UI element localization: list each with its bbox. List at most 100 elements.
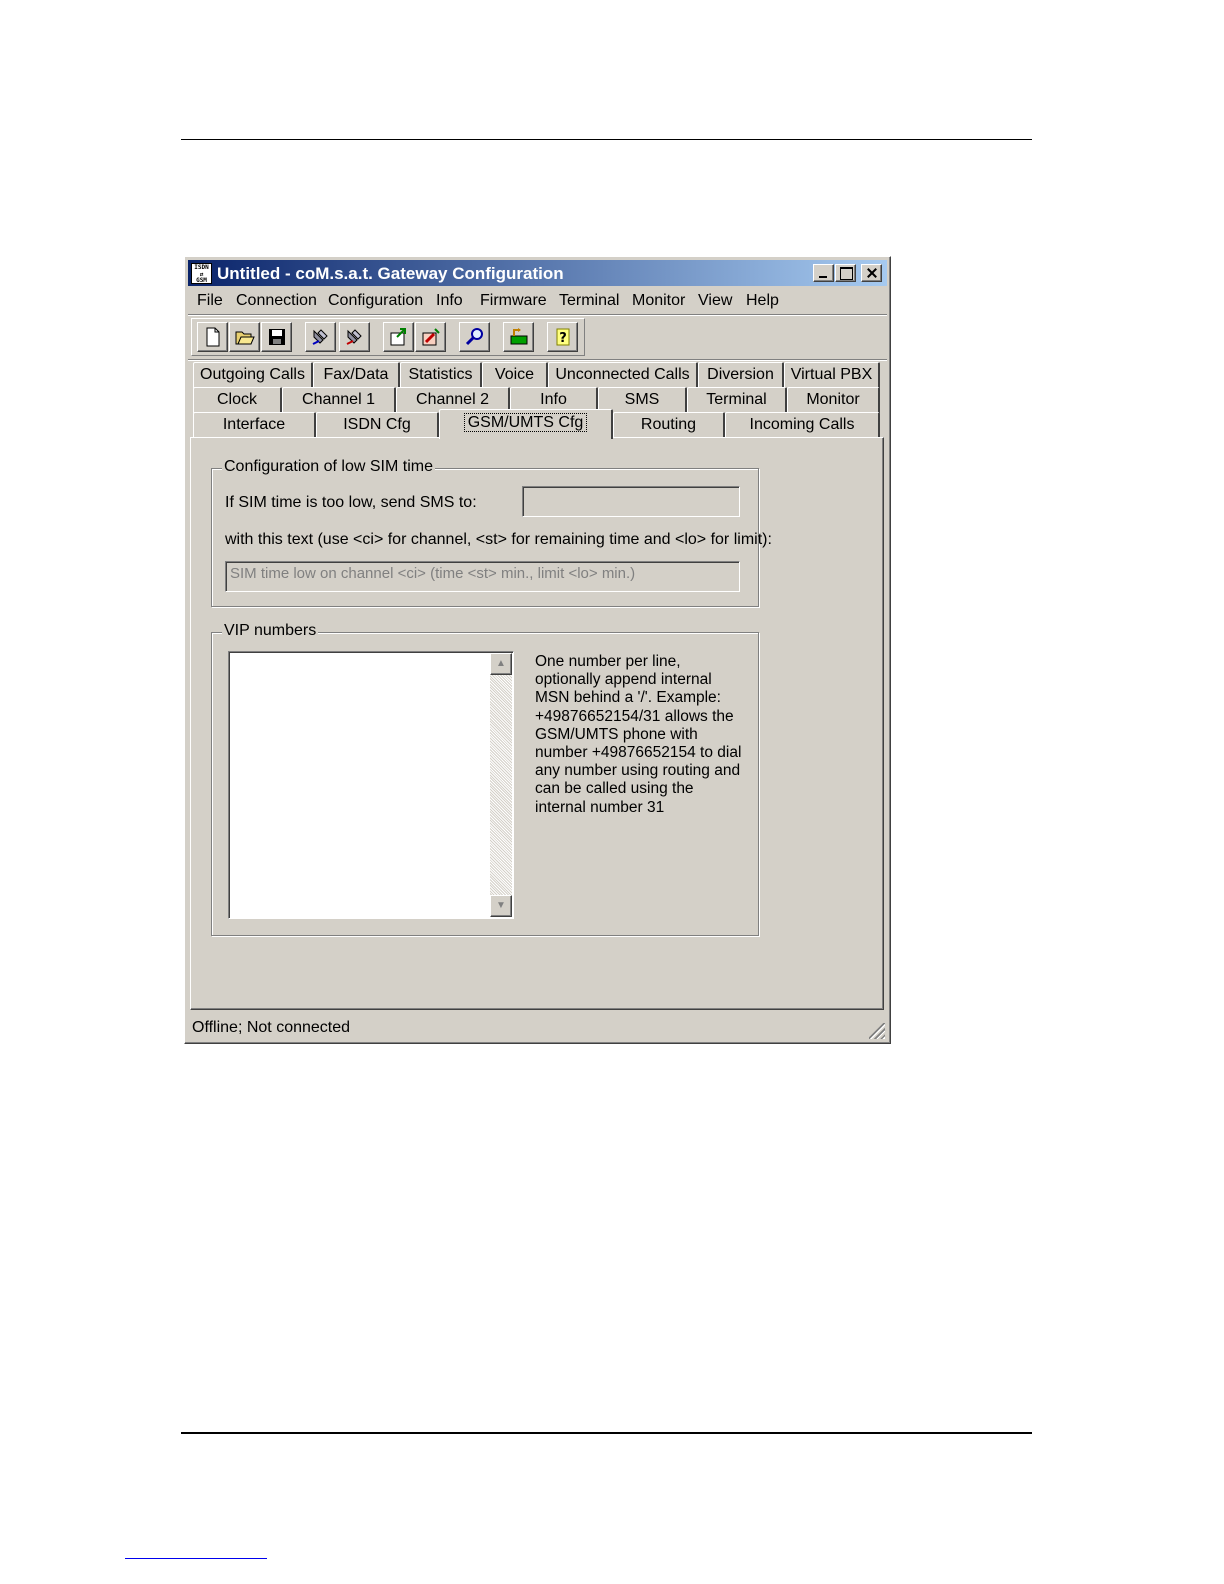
app-window: ISDN ⇄ GSM Untitled - coM.s.a.t. Gateway… (184, 256, 891, 1044)
tab-label: Fax/Data (323, 366, 389, 383)
vip-numbers-list[interactable]: ▲ ▼ (228, 651, 514, 919)
group-title: Configuration of low SIM time (222, 458, 435, 476)
new-file-button[interactable] (197, 322, 228, 352)
title-bar[interactable]: ISDN ⇄ GSM Untitled - coM.s.a.t. Gateway… (188, 260, 887, 286)
tab-clock[interactable]: Clock (193, 387, 282, 413)
menu-monitor[interactable]: Monitor (632, 292, 685, 310)
tab-outgoing-calls[interactable]: Outgoing Calls (193, 362, 313, 388)
tab-statistics[interactable]: Statistics (400, 362, 482, 388)
status-bar: Offline; Not connected (188, 1016, 887, 1041)
triangle-down-icon: ▼ (496, 900, 506, 911)
menu-firmware[interactable]: Firmware (480, 292, 547, 310)
tab-isdn-cfg[interactable]: ISDN Cfg (316, 412, 439, 438)
page-header-rule (181, 139, 1032, 140)
resize-grip-icon[interactable] (869, 1023, 885, 1039)
tab-label: Routing (640, 416, 697, 433)
tab-interface[interactable]: Interface (193, 412, 316, 438)
tab-label: Monitor (806, 391, 860, 408)
search-icon (465, 328, 483, 346)
tab-incoming-calls[interactable]: Incoming Calls (725, 412, 880, 438)
sms-recipient-input[interactable] (522, 486, 740, 517)
page-footer-rule (181, 1432, 1032, 1434)
read-device-icon (312, 329, 328, 345)
tab-label: Clock (216, 391, 257, 408)
network-button[interactable] (503, 322, 534, 352)
tab-channel-1[interactable]: Channel 1 (282, 387, 396, 413)
upload-icon (390, 328, 406, 346)
tab-terminal[interactable]: Terminal (687, 387, 787, 413)
tab-unconnected-calls[interactable]: Unconnected Calls (548, 362, 698, 388)
tab-label: Voice (494, 366, 535, 383)
maximize-button[interactable] (835, 264, 856, 282)
menu-file[interactable]: File (197, 292, 223, 310)
tab-virtual-pbx[interactable]: Virtual PBX (784, 362, 880, 388)
help-line: internal number 31 (535, 798, 665, 816)
help-line: GSM/UMTS phone with (535, 725, 698, 743)
vip-list-scrollbar[interactable]: ▲ ▼ (490, 653, 512, 917)
app-icon: ISDN ⇄ GSM (191, 263, 212, 284)
sms-text-input[interactable]: SIM time low on channel <ci> (time <st> … (225, 561, 740, 592)
tab-voice[interactable]: Voice (482, 362, 548, 388)
tab-label: SMS (624, 391, 660, 408)
menu-terminal[interactable]: Terminal (559, 292, 619, 310)
scroll-up-button[interactable]: ▲ (490, 653, 512, 675)
help-line: any number using routing and (535, 762, 741, 780)
open-folder-icon (235, 331, 255, 345)
help-button[interactable]: ? (547, 322, 578, 352)
upload-button[interactable] (383, 322, 414, 352)
network-icon (510, 328, 528, 345)
tab-label: Terminal (706, 391, 767, 408)
footer-link-underline (125, 1558, 267, 1559)
low-sim-time-group: Configuration of low SIM time If SIM tim… (211, 458, 772, 607)
tab-label: ISDN Cfg (343, 416, 411, 433)
vip-help-text: One number per line, optionally append i… (535, 653, 741, 817)
app-icon-gsm: GSM (196, 277, 207, 284)
window-title: Untitled - coM.s.a.t. Gateway Configurat… (217, 264, 564, 283)
tab-gsm-umts-cfg[interactable]: GSM/UMTS Cfg (439, 409, 613, 439)
menu-configuration[interactable]: Configuration (328, 292, 423, 310)
help-line: One number per line, (535, 653, 681, 670)
tab-fax-data[interactable]: Fax/Data (313, 362, 400, 388)
download-icon (422, 328, 440, 346)
search-button[interactable] (459, 322, 490, 352)
help-line: optionally append internal (535, 671, 712, 689)
scroll-down-button[interactable]: ▼ (490, 895, 512, 917)
download-button[interactable] (415, 322, 446, 352)
tab-label: Info (540, 391, 567, 408)
tab-label: Incoming Calls (749, 416, 855, 433)
help-icon: ? (556, 328, 570, 346)
help-line: number +49876652154 to dial (535, 744, 742, 762)
tab-label: Virtual PBX (790, 366, 873, 383)
toolbar: ? (191, 318, 585, 356)
tab-label: Channel 2 (416, 391, 489, 408)
write-device-button[interactable] (339, 322, 370, 352)
close-button[interactable] (861, 264, 882, 282)
tab-page-gsm-umts-cfg: Configuration of low SIM time If SIM tim… (190, 437, 884, 1010)
group-title: VIP numbers (222, 622, 319, 640)
vip-numbers-group: VIP numbers ▲ ▼ One number per line, opt… (211, 622, 759, 936)
help-line: MSN behind a '/'. Example: (535, 689, 721, 707)
tab-label: Statistics (408, 366, 473, 383)
menu-info[interactable]: Info (436, 292, 463, 310)
tab-diversion[interactable]: Diversion (698, 362, 784, 388)
tab-routing[interactable]: Routing (613, 412, 725, 438)
menu-bar: File Connection Configuration Info Firmw… (188, 287, 887, 313)
toolbar-separator-top (188, 314, 887, 316)
tab-monitor[interactable]: Monitor (787, 387, 880, 413)
read-device-button[interactable] (305, 322, 336, 352)
tab-label: Outgoing Calls (200, 366, 305, 383)
open-file-button[interactable] (229, 322, 260, 352)
tab-label: Unconnected Calls (555, 366, 690, 383)
new-file-icon (206, 327, 220, 347)
help-glyph: ? (559, 331, 567, 346)
tab-label: Interface (222, 416, 286, 433)
menu-help[interactable]: Help (746, 292, 779, 310)
sms-text-label: with this text (use <ci> for channel, <s… (225, 531, 772, 548)
help-line: can be called using the (535, 780, 694, 798)
minimize-button[interactable] (813, 264, 834, 282)
write-device-icon (346, 329, 362, 345)
save-file-button[interactable] (261, 322, 292, 352)
menu-view[interactable]: View (698, 292, 732, 310)
tab-label: Diversion (707, 366, 774, 383)
menu-connection[interactable]: Connection (236, 292, 317, 310)
